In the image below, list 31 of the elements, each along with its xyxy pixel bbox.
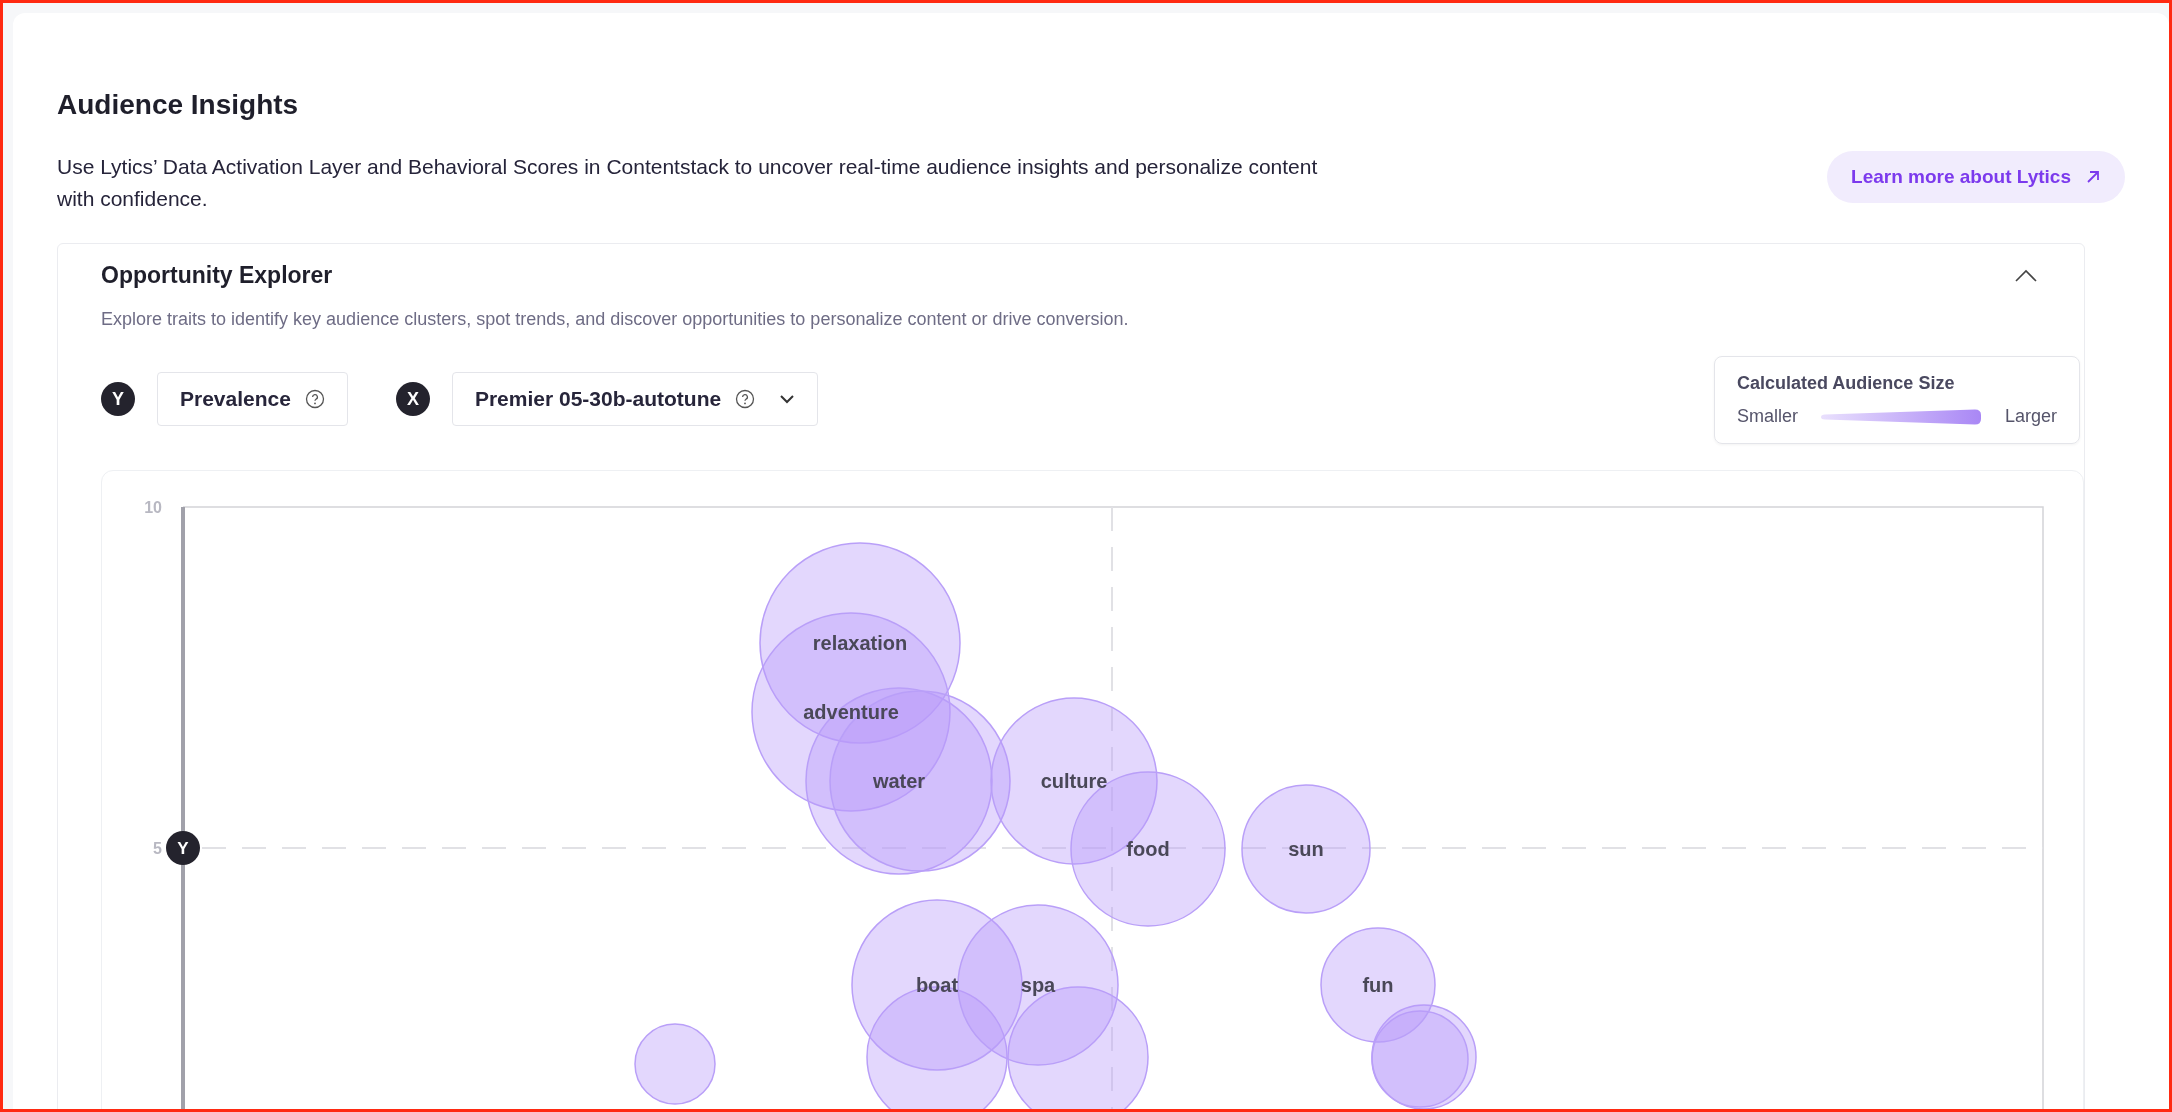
axis-badge: X (395, 382, 430, 416)
arrow-up-right-icon (2085, 169, 2101, 185)
legend-label: Larger (2004, 406, 2057, 427)
bubble-label: adventure (803, 701, 899, 723)
y-tick-label: 10 (144, 499, 162, 516)
legend-title: Calculated Audience Size (1737, 373, 1956, 394)
bubble-label: spa (1020, 974, 1056, 996)
section-description: Explore traits to identify key audience clusters, spot trends, and discover opportunities to personalize content or drive conversion. (101, 309, 1130, 330)
y-axis-field[interactable]: Prevalence (157, 372, 348, 426)
help-icon (304, 389, 325, 409)
bubble-label: food (1126, 838, 1170, 860)
chevron-icon[interactable] (2014, 268, 2038, 283)
x-axis-dropdown[interactable]: Premier 05-30b-autotune (451, 372, 819, 426)
y-marker-label: Y (177, 839, 189, 858)
bubble-label: relaxation (812, 632, 908, 654)
bubble-label: fun (1362, 974, 1394, 996)
page-description: Use Lytics’ Data Activation Layer and Behavioral Scores in Contentstack to uncover real-time audience insights and personalize content with confidence. (57, 154, 1319, 212)
legend-label: Smaller (1737, 406, 1798, 427)
bubble-label: water (872, 770, 926, 792)
section-title: Opportunity Explorer (101, 262, 333, 289)
axis-badge: Y (101, 382, 135, 416)
learn-more-button[interactable]: Learn more about Lytics (1827, 151, 2125, 203)
size-scale-icon (1821, 408, 1982, 425)
bubble-label: culture (1040, 770, 1108, 792)
bubble-label: boat (915, 974, 959, 996)
caret-icon (779, 394, 796, 404)
help-icon (735, 389, 756, 409)
y-tick-label: 5 (153, 840, 162, 857)
page-title: Audience Insights (57, 88, 300, 121)
bubble-label: sun (1288, 838, 1324, 860)
y-marker-badge (166, 831, 200, 865)
